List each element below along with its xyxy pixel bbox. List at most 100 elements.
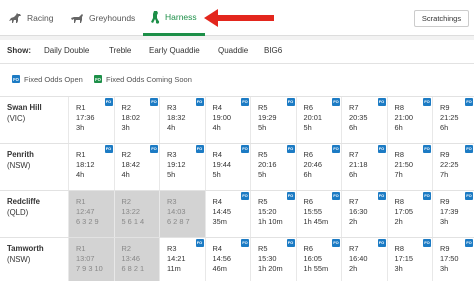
filter-quaddie[interactable]: Quaddie xyxy=(218,46,248,55)
tab-greyhounds[interactable]: Greyhounds xyxy=(70,0,142,36)
race-time: 20:35 xyxy=(349,113,368,122)
race-cell[interactable]: R3 18:32 4h FO xyxy=(159,97,205,143)
fixed-odds-icon: FO xyxy=(150,145,158,153)
fixed-odds-icon: FO xyxy=(241,145,249,153)
race-cell[interactable]: R6 20:01 5h FO xyxy=(295,97,342,143)
tab-label: Racing xyxy=(27,13,54,23)
race-time: 17:36 xyxy=(76,113,95,122)
race-time: 19:12 xyxy=(167,160,186,169)
race-status: 46m xyxy=(212,264,227,273)
race-cell[interactable]: R5 19:29 5h FO xyxy=(250,97,296,143)
race-cell[interactable]: R9 17:39 3h FO xyxy=(432,191,474,237)
race-time: 19:44 xyxy=(212,160,232,169)
filter-daily-double[interactable]: Daily Double xyxy=(44,46,89,55)
race-cell[interactable]: R1 12:47 6 3 2 9 xyxy=(68,191,114,237)
race-time: 16:40 xyxy=(349,254,368,263)
race-cell[interactable]: R4 14:45 35m FO xyxy=(204,191,251,237)
filter-treble[interactable]: Treble xyxy=(109,46,131,55)
race-cell[interactable]: R8 21:00 6h FO xyxy=(386,97,433,143)
fo-blue-icon: FO xyxy=(12,75,20,83)
race-cell[interactable]: R7 20:35 6h FO xyxy=(341,97,387,143)
race-cell[interactable]: R4 19:00 4h FO xyxy=(204,97,251,143)
race-time: 20:01 xyxy=(303,113,323,122)
race-status: 7 9 3 10 xyxy=(76,264,103,273)
fixed-odds-icon: FO xyxy=(286,192,295,200)
race-cell[interactable]: R3 14:03 6 2 8 7 xyxy=(159,191,205,237)
race-cell[interactable]: R7 16:30 2h FO xyxy=(341,191,387,237)
race-time: 21:00 xyxy=(394,113,414,122)
meeting-name-cell[interactable]: Tamworth (NSW) xyxy=(0,238,68,281)
horse-icon xyxy=(8,12,22,24)
race-status: 4h xyxy=(76,170,85,179)
tab-harness[interactable]: Harness xyxy=(143,0,205,36)
race-cell[interactable]: R1 18:12 4h FO xyxy=(68,144,114,190)
race-cell[interactable]: R9 17:50 3h FO xyxy=(432,238,474,281)
race-status: 3h xyxy=(440,264,449,273)
tab-label: Greyhounds xyxy=(89,13,136,23)
race-status: 6h xyxy=(303,170,312,179)
race-status: 6h xyxy=(349,123,358,132)
race-cell[interactable]: R5 15:30 1h 20m FO xyxy=(250,238,296,281)
race-cell[interactable]: R8 17:05 2h FO xyxy=(386,191,433,237)
race-cell[interactable]: R9 22:25 7h FO xyxy=(432,144,474,190)
race-cell[interactable]: R3 19:12 5h FO xyxy=(159,144,205,190)
fixed-odds-icon: FO xyxy=(465,239,473,247)
tab-racing[interactable]: Racing xyxy=(8,0,60,36)
meeting-name-cell[interactable]: Redcliffe (QLD) xyxy=(0,191,68,237)
meeting-name-cell[interactable]: Swan Hill (VIC) xyxy=(0,97,68,143)
filter-early-quaddie[interactable]: Early Quaddie xyxy=(149,46,200,55)
race-cell[interactable]: R3 14:21 11m FO xyxy=(159,238,205,281)
fixed-odds-icon: FO xyxy=(465,98,473,106)
race-cell[interactable]: R6 15:55 1h 45m FO xyxy=(295,191,342,237)
race-time: 14:45 xyxy=(212,207,232,216)
tab-label: Harness xyxy=(165,11,197,22)
fixed-odds-icon: FO xyxy=(423,98,431,106)
race-cell[interactable]: R4 14:56 46m FO xyxy=(204,238,251,281)
legend-fixed-odds-open: FO Fixed Odds Open xyxy=(12,73,83,85)
meeting-name-cell[interactable]: Penrith (NSW) xyxy=(0,144,68,190)
race-status: 3h xyxy=(440,217,449,226)
race-time: 20:46 xyxy=(303,160,323,169)
race-cell[interactable]: R7 21:18 6h FO xyxy=(341,144,387,190)
meeting-row: Tamworth (NSW) R1 13:07 7 9 3 10 R2 13:46 6 8 2… xyxy=(0,237,474,281)
race-cell[interactable]: R5 20:16 5h FO xyxy=(250,144,296,190)
greyhound-icon xyxy=(70,12,84,24)
race-time: 21:50 xyxy=(394,160,414,169)
race-cell[interactable]: R2 13:46 6 8 2 1 xyxy=(113,238,159,281)
race-status: 6 2 8 7 xyxy=(167,217,190,226)
fixed-odds-icon: FO xyxy=(465,192,473,200)
filter-big6[interactable]: BIG6 xyxy=(264,46,282,55)
race-time: 13:22 xyxy=(121,207,141,216)
race-cell[interactable]: R6 16:05 1h 55m FO xyxy=(295,238,342,281)
race-cell[interactable]: R8 17:15 3h FO xyxy=(386,238,433,281)
race-cell[interactable]: R8 21:50 7h FO xyxy=(386,144,433,190)
fixed-odds-icon: FO xyxy=(332,145,340,153)
scratchings-button[interactable]: Scratchings xyxy=(414,10,469,27)
race-cell[interactable]: R5 15:20 1h 10m FO xyxy=(250,191,296,237)
race-cell[interactable]: R2 18:02 3h FO xyxy=(113,97,160,143)
meeting-state: (QLD) xyxy=(7,208,29,217)
fixed-odds-icon: FO xyxy=(150,98,158,106)
fixed-odds-icon: FO xyxy=(423,145,431,153)
race-cell[interactable]: R6 20:46 6h FO xyxy=(295,144,342,190)
race-cell[interactable]: R2 13:22 5 6 1 4 xyxy=(113,191,159,237)
race-time: 19:29 xyxy=(258,113,277,122)
race-cell[interactable]: R1 17:36 3h FO xyxy=(68,97,114,143)
race-status: 6 3 2 9 xyxy=(76,217,99,226)
race-status: 6h xyxy=(349,170,358,179)
race-number: R1 xyxy=(76,197,86,206)
race-time: 19:00 xyxy=(212,113,232,122)
race-status: 2h xyxy=(394,217,403,226)
fixed-odds-icon: FO xyxy=(241,239,249,247)
race-cell[interactable]: R2 18:42 4h FO xyxy=(113,144,160,190)
race-cell[interactable]: R1 13:07 7 9 3 10 xyxy=(68,238,114,281)
race-schedule-panel: Show: Daily Double Treble Early Quaddie … xyxy=(0,40,474,281)
race-status: 1h 55m xyxy=(303,264,329,273)
race-cell[interactable]: R9 21:25 6h FO xyxy=(432,97,474,143)
race-cell[interactable]: R7 16:40 2h FO xyxy=(341,238,387,281)
race-time: 17:39 xyxy=(440,207,459,216)
race-status: 4h xyxy=(121,170,130,179)
race-status: 1h 20m xyxy=(258,264,283,273)
fixed-odds-icon: FO xyxy=(286,239,295,247)
race-cell[interactable]: R4 19:44 5h FO xyxy=(204,144,251,190)
